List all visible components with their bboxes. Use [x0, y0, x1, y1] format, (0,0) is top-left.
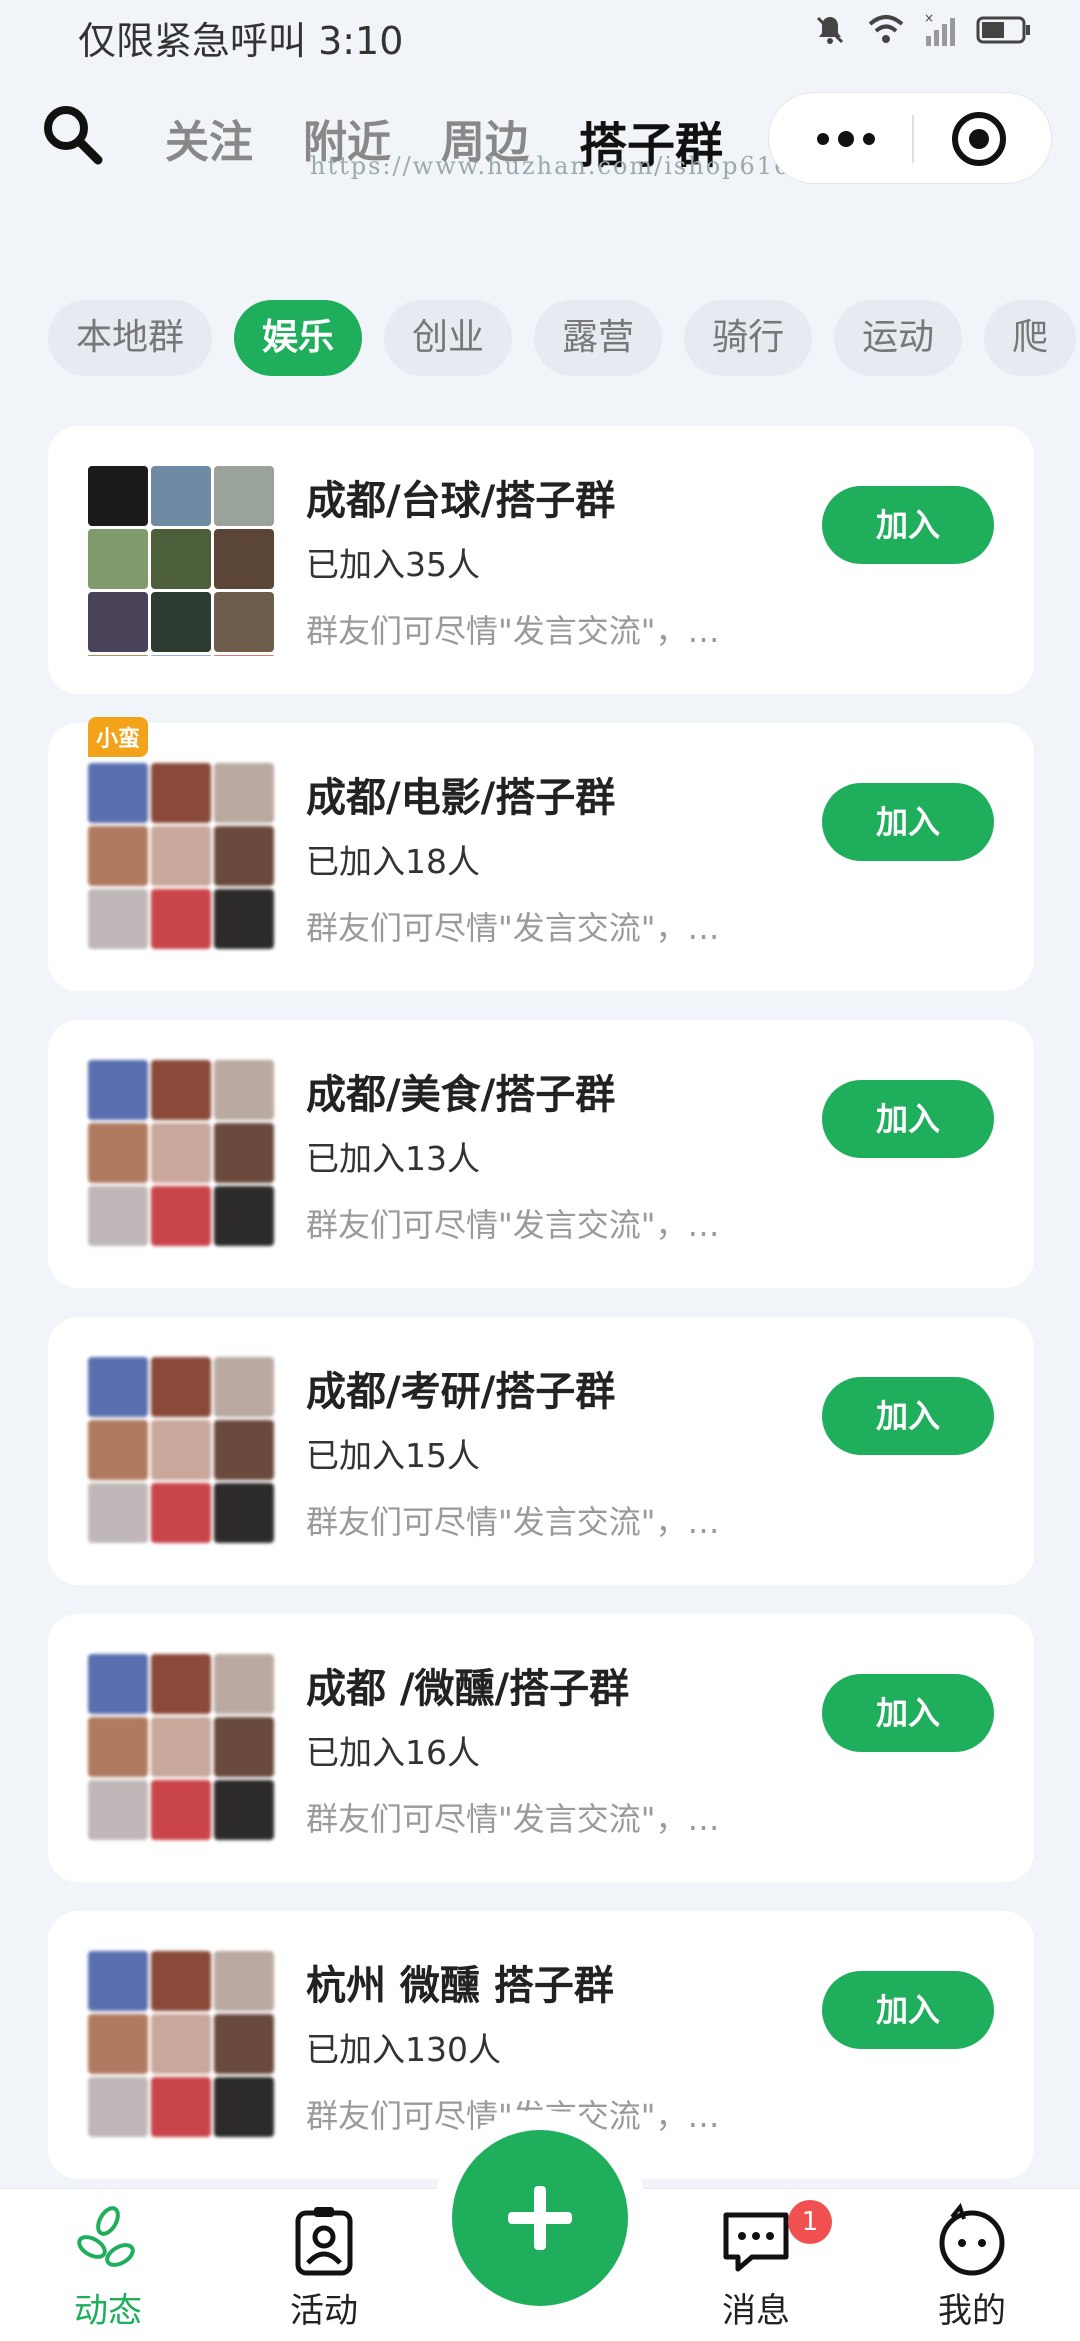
tab-follow[interactable]: 关注: [165, 106, 253, 176]
group-avatar: [88, 466, 274, 656]
signal-icon: ×: [924, 12, 958, 48]
chip-climbing[interactable]: 爬: [984, 300, 1077, 376]
chip-cycling[interactable]: 骑行: [684, 300, 813, 376]
group-title: 成都/美食/搭子群: [306, 1072, 616, 1118]
target-icon: [952, 112, 1006, 166]
group-member-count: 已加入35人: [306, 545, 480, 584]
xiaoman-badge: 小蛮: [88, 717, 149, 757]
group-member-count: 已加入13人: [306, 1139, 480, 1178]
join-button[interactable]: 加入: [822, 1971, 994, 2049]
group-avatar: [88, 763, 274, 953]
group-avatar: [88, 1357, 274, 1547]
close-button[interactable]: [949, 109, 1009, 169]
chip-local[interactable]: 本地群: [48, 300, 213, 376]
join-button[interactable]: 加入: [822, 1674, 994, 1752]
group-title: 成都/考研/搭子群: [306, 1369, 616, 1415]
join-button[interactable]: 加入: [822, 486, 994, 564]
more-dots-icon: [817, 131, 875, 147]
face-icon: [939, 2203, 1005, 2276]
group-description: 群友们可尽情"发言交流"，群主不管，但是言论请注意: [306, 1206, 746, 1244]
create-button[interactable]: [452, 2130, 628, 2306]
more-button[interactable]: [801, 111, 891, 167]
group-card[interactable]: 成都/台球/搭子群 已加入35人 群友们可尽情"发言交流"，群主不管，但是言论请…: [48, 426, 1034, 694]
group-member-count: 已加入15人: [306, 1436, 480, 1475]
search-button[interactable]: [38, 100, 108, 170]
chip-camping[interactable]: 露营: [534, 300, 663, 376]
search-icon: [44, 106, 103, 165]
wifi-icon: [866, 12, 906, 48]
category-chips: 本地群 娱乐 创业 露营 骑行 运动 爬: [48, 300, 1080, 376]
capsule-divider: [912, 115, 914, 163]
bottom-tab-profile[interactable]: 我的: [912, 2203, 1032, 2332]
join-button[interactable]: 加入: [822, 783, 994, 861]
bottom-tab-activity[interactable]: 活动: [264, 2203, 384, 2332]
watermark: https://www.huzhan.com/ishop61679: [310, 152, 826, 180]
mini-program-capsule: [768, 92, 1052, 184]
group-card[interactable]: 成都 /微醺/搭子群 已加入16人 群友们可尽情"发言交流"，群主不管，但是言论…: [48, 1614, 1034, 1882]
group-description: 群友们可尽情"发言交流"，群主不管，但是言论请注意: [306, 1800, 746, 1838]
join-button[interactable]: 加入: [822, 1377, 994, 1455]
group-description: 群友们可尽情"发言交流"，群主不管，但是言论请注意: [306, 909, 746, 947]
plus-icon: [508, 2186, 572, 2250]
group-member-count: 已加入16人: [306, 1733, 480, 1772]
group-avatar: [88, 1060, 274, 1250]
group-title: 成都/电影/搭子群: [306, 775, 616, 821]
chip-startup[interactable]: 创业: [384, 300, 513, 376]
chip-entertainment[interactable]: 娱乐: [234, 300, 363, 376]
status-bar: 仅限紧急呼叫 3:10 ×: [0, 0, 1080, 72]
group-member-count: 已加入18人: [306, 842, 480, 881]
group-avatar: [88, 1951, 274, 2141]
chip-sports[interactable]: 运动: [834, 300, 963, 376]
clipboard-user-icon: [295, 2207, 353, 2276]
group-list: 成都/台球/搭子群 已加入35人 群友们可尽情"发言交流"，群主不管，但是言论请…: [48, 426, 1034, 2208]
group-member-count: 已加入130人: [306, 2030, 501, 2069]
status-icons: ×: [812, 12, 1032, 48]
bottom-tab-label: 活动: [290, 2291, 358, 2331]
leaf-icon: [77, 2206, 135, 2267]
group-description: 群友们可尽情"发言交流"，群主不管，但是言论请注意: [306, 1503, 746, 1541]
bottom-tab-feed[interactable]: 动态: [48, 2203, 168, 2332]
group-title: 杭州 微醺 搭子群: [306, 1963, 614, 2009]
group-card[interactable]: 成都/考研/搭子群 已加入15人 群友们可尽情"发言交流"，群主不管，但是言论请…: [48, 1317, 1034, 1585]
bottom-tab-label: 消息: [722, 2291, 790, 2331]
join-button[interactable]: 加入: [822, 1080, 994, 1158]
mute-bell-icon: [812, 12, 848, 48]
battery-icon: [976, 12, 1032, 48]
status-text: 仅限紧急呼叫 3:10: [78, 19, 404, 63]
bottom-tab-label: 动态: [74, 2291, 142, 2331]
group-description: 群友们可尽情"发言交流"，群主不管，但是言论请注意: [306, 612, 746, 650]
chat-bubble-icon: [723, 2212, 789, 2272]
group-card[interactable]: 成都/美食/搭子群 已加入13人 群友们可尽情"发言交流"，群主不管，但是言论请…: [48, 1020, 1034, 1288]
message-badge: 1: [788, 2200, 832, 2244]
svg-text:×: ×: [924, 12, 934, 25]
group-avatar: [88, 1654, 274, 1844]
bottom-tab-label: 我的: [938, 2291, 1006, 2331]
group-title: 成都 /微醺/搭子群: [306, 1666, 630, 1712]
group-title: 成都/台球/搭子群: [306, 478, 616, 524]
group-card[interactable]: 小蛮 成都/电影/搭子群 已加入18人 群友们可尽情"发言交流"，群主不管，但是…: [48, 717, 1034, 991]
